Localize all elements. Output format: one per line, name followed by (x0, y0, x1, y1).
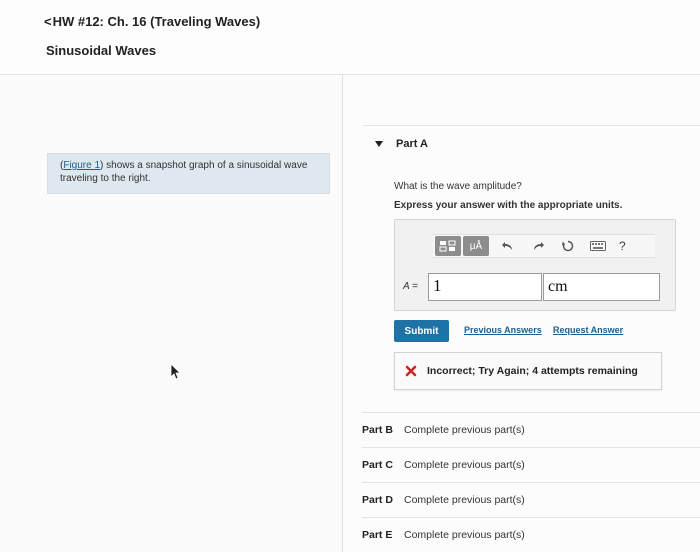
figure-prompt: (Figure 1) shows a snapshot graph of a s… (47, 153, 330, 194)
help-icon[interactable]: ? (619, 239, 626, 253)
part-e-label: Part E (362, 529, 393, 541)
back-chevron-icon: < (44, 14, 52, 29)
figure-link[interactable]: Figure 1 (63, 160, 100, 171)
part-e-status: Complete previous part(s) (404, 529, 525, 541)
left-pane (0, 74, 342, 552)
redo-icon[interactable] (527, 236, 549, 256)
part-e-row[interactable]: Part E Complete previous part(s) (362, 517, 700, 552)
keyboard-icon[interactable] (587, 236, 609, 256)
page: <HW #12: Ch. 16 (Traveling Waves) Sinuso… (0, 0, 700, 552)
part-b-status: Complete previous part(s) (404, 424, 525, 436)
part-a-separator (363, 125, 700, 126)
reset-icon[interactable] (557, 236, 579, 256)
page-title: Sinusoidal Waves (46, 43, 157, 58)
assignment-title: HW #12: Ch. 16 (Traveling Waves) (52, 14, 261, 29)
question-text: What is the wave amplitude? (394, 181, 522, 192)
caret-down-icon (375, 141, 383, 147)
part-b-label: Part B (362, 424, 393, 436)
part-a-header[interactable]: Part A (374, 138, 428, 150)
part-d-status: Complete previous part(s) (404, 494, 525, 506)
incorrect-x-icon (405, 365, 417, 377)
variable-name: A (403, 281, 410, 292)
undo-icon[interactable] (497, 236, 519, 256)
part-d-label: Part D (362, 494, 393, 506)
part-a-label: Part A (396, 138, 428, 150)
mu-a-icon[interactable]: μÅ (463, 236, 489, 256)
previous-answers-link[interactable]: Previous Answers (464, 325, 542, 335)
value-input[interactable]: 1 (428, 273, 542, 301)
mouse-cursor-icon (170, 363, 181, 380)
part-b-row[interactable]: Part B Complete previous part(s) (362, 412, 700, 447)
part-d-row[interactable]: Part D Complete previous part(s) (362, 482, 700, 517)
request-answer-link[interactable]: Request Answer (553, 325, 623, 335)
part-c-row[interactable]: Part C Complete previous part(s) (362, 447, 700, 482)
feedback-text: Incorrect; Try Again; 4 attempts remaini… (427, 365, 638, 377)
part-c-status: Complete previous part(s) (404, 459, 525, 471)
answer-variable-label: A = (403, 281, 418, 292)
part-c-label: Part C (362, 459, 393, 471)
assignment-back-link[interactable]: <HW #12: Ch. 16 (Traveling Waves) (44, 14, 260, 29)
submit-button[interactable]: Submit (394, 320, 449, 342)
templates-icon[interactable] (435, 236, 461, 256)
answer-toolbar: μÅ ? (433, 234, 655, 258)
feedback-box: Incorrect; Try Again; 4 attempts remaini… (394, 352, 662, 390)
equals-sign: = (412, 281, 418, 292)
units-input[interactable]: cm (543, 273, 660, 301)
instruction-text: Express your answer with the appropriate… (394, 200, 623, 211)
